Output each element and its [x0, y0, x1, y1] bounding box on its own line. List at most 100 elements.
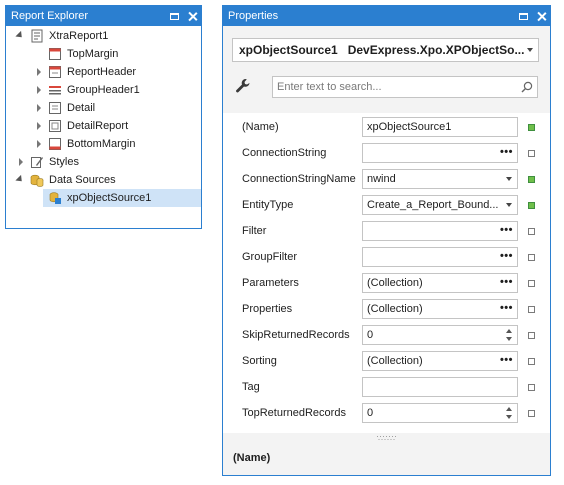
tree-item-label: xpObjectSource1: [67, 192, 152, 204]
ellipsis-button[interactable]: •••: [500, 352, 513, 368]
property-editor-ellipsis[interactable]: •••: [362, 247, 518, 267]
spin-buttons[interactable]: [506, 405, 514, 421]
default-marker-icon[interactable]: [528, 280, 535, 287]
report-explorer-title: Report Explorer: [11, 10, 89, 22]
property-value: (Collection): [367, 355, 423, 367]
ellipsis-button[interactable]: •••: [500, 248, 513, 264]
property-row-connectionstring[interactable]: ConnectionString •••: [223, 140, 550, 166]
property-row-parameters[interactable]: Parameters (Collection) •••: [223, 270, 550, 296]
property-editor-text[interactable]: xpObjectSource1: [362, 117, 518, 137]
tree-item-groupheader1[interactable]: GroupHeader1: [6, 81, 201, 99]
default-marker-icon[interactable]: [528, 228, 535, 235]
property-name: GroupFilter: [242, 251, 298, 263]
property-value: nwind: [367, 173, 396, 185]
ellipsis-button[interactable]: •••: [500, 274, 513, 290]
property-value: Create_a_Report_Bound...: [367, 199, 499, 211]
property-editor-ellipsis[interactable]: (Collection) •••: [362, 351, 518, 371]
spin-up-icon[interactable]: [506, 329, 512, 333]
tree-item-label: XtraReport1: [49, 30, 109, 42]
tree-item-label: ReportHeader: [67, 66, 137, 78]
property-row-connectionstringname[interactable]: ConnectionStringName nwind: [223, 166, 550, 192]
tree-item-topmargin[interactable]: TopMargin: [6, 45, 201, 63]
default-marker-icon[interactable]: [528, 358, 535, 365]
property-row-filter[interactable]: Filter •••: [223, 218, 550, 244]
property-editor-text[interactable]: [362, 377, 518, 397]
tree-item-xpobjectsource1[interactable]: xpObjectSource1: [43, 189, 201, 207]
property-row-name[interactable]: (Name) xpObjectSource1: [223, 114, 550, 140]
property-row-entitytype[interactable]: EntityType Create_a_Report_Bound...: [223, 192, 550, 218]
tree-item-label: Data Sources: [49, 174, 116, 186]
close-icon[interactable]: [537, 12, 546, 21]
property-editor-ellipsis[interactable]: (Collection) •••: [362, 273, 518, 293]
expand-arrow-icon[interactable]: [35, 86, 43, 94]
property-row-topreturnedrecords[interactable]: TopReturnedRecords 0: [223, 400, 550, 426]
property-editor-ellipsis[interactable]: •••: [362, 221, 518, 241]
chevron-down-icon[interactable]: [506, 203, 512, 207]
default-marker-icon[interactable]: [528, 306, 535, 313]
spin-up-icon[interactable]: [506, 407, 512, 411]
maximize-icon[interactable]: [519, 12, 528, 20]
expand-arrow-icon[interactable]: [17, 158, 25, 166]
default-marker-icon[interactable]: [528, 384, 535, 391]
chevron-down-icon[interactable]: [506, 177, 512, 181]
property-editor-spin[interactable]: 0: [362, 403, 518, 423]
property-name: ConnectionString: [242, 147, 327, 159]
wrench-icon[interactable]: [235, 78, 251, 94]
expand-arrow-icon[interactable]: [35, 104, 43, 112]
property-row-sorting[interactable]: Sorting (Collection) •••: [223, 348, 550, 374]
property-value: (Collection): [367, 303, 423, 315]
property-value: (Collection): [367, 277, 423, 289]
expand-arrow-icon[interactable]: [35, 122, 43, 130]
property-row-tag[interactable]: Tag: [223, 374, 550, 400]
maximize-icon[interactable]: [170, 12, 179, 20]
report-icon: [31, 29, 43, 43]
search-icon[interactable]: [521, 81, 533, 93]
splitter-grip-icon[interactable]: [375, 436, 399, 440]
property-row-properties[interactable]: Properties (Collection) •••: [223, 296, 550, 322]
ellipsis-button[interactable]: •••: [500, 144, 513, 160]
modified-marker-icon[interactable]: [528, 202, 535, 209]
tree-item-detailreport[interactable]: DetailReport: [6, 117, 201, 135]
report-explorer-panel: Report Explorer XtraReport1 TopMargin Re…: [5, 5, 202, 229]
property-editor-dropdown[interactable]: Create_a_Report_Bound...: [362, 195, 518, 215]
tree-item-detail[interactable]: Detail: [6, 99, 201, 117]
property-value: 0: [367, 407, 374, 419]
modified-marker-icon[interactable]: [528, 176, 535, 183]
property-editor-spin[interactable]: 0: [362, 325, 518, 345]
data-sources-icon: [30, 174, 44, 187]
property-name: (Name): [242, 121, 279, 133]
close-icon[interactable]: [188, 12, 197, 21]
spin-down-icon[interactable]: [506, 415, 512, 419]
ellipsis-button[interactable]: •••: [500, 222, 513, 238]
spin-buttons[interactable]: [506, 327, 514, 343]
property-editor-ellipsis[interactable]: (Collection) •••: [362, 299, 518, 319]
property-value: xpObjectSource1: [367, 121, 452, 133]
modified-marker-icon[interactable]: [528, 124, 535, 131]
search-field[interactable]: [272, 76, 538, 98]
spin-down-icon[interactable]: [506, 337, 512, 341]
property-row-groupfilter[interactable]: GroupFilter •••: [223, 244, 550, 270]
ellipsis-button[interactable]: •••: [500, 300, 513, 316]
xp-object-source-icon: [49, 192, 61, 204]
expand-arrow-icon[interactable]: [35, 68, 43, 76]
search-input[interactable]: [277, 78, 512, 96]
tree-item-xtrareport1[interactable]: XtraReport1: [6, 27, 201, 45]
tree-item-data-sources[interactable]: Data Sources: [6, 171, 201, 189]
chevron-down-icon[interactable]: [527, 48, 533, 52]
tree-item-styles[interactable]: Styles: [6, 153, 201, 171]
property-row-skipreturnedrecords[interactable]: SkipReturnedRecords 0: [223, 322, 550, 348]
expand-arrow-icon[interactable]: [35, 140, 43, 148]
property-editor-ellipsis[interactable]: •••: [362, 143, 518, 163]
default-marker-icon[interactable]: [528, 410, 535, 417]
tree-item-label: TopMargin: [67, 48, 119, 60]
collapse-arrow-icon[interactable]: [16, 32, 24, 40]
collapse-arrow-icon[interactable]: [16, 176, 24, 184]
object-selector-dropdown[interactable]: xpObjectSource1 DevExpress.Xpo.XPObjectS…: [232, 38, 539, 62]
default-marker-icon[interactable]: [528, 254, 535, 261]
property-editor-dropdown[interactable]: nwind: [362, 169, 518, 189]
tree-item-bottommargin[interactable]: BottomMargin: [6, 135, 201, 153]
property-grid: (Name) xpObjectSource1 ConnectionString …: [223, 113, 550, 433]
default-marker-icon[interactable]: [528, 332, 535, 339]
default-marker-icon[interactable]: [528, 150, 535, 157]
tree-item-reportheader[interactable]: ReportHeader: [6, 63, 201, 81]
